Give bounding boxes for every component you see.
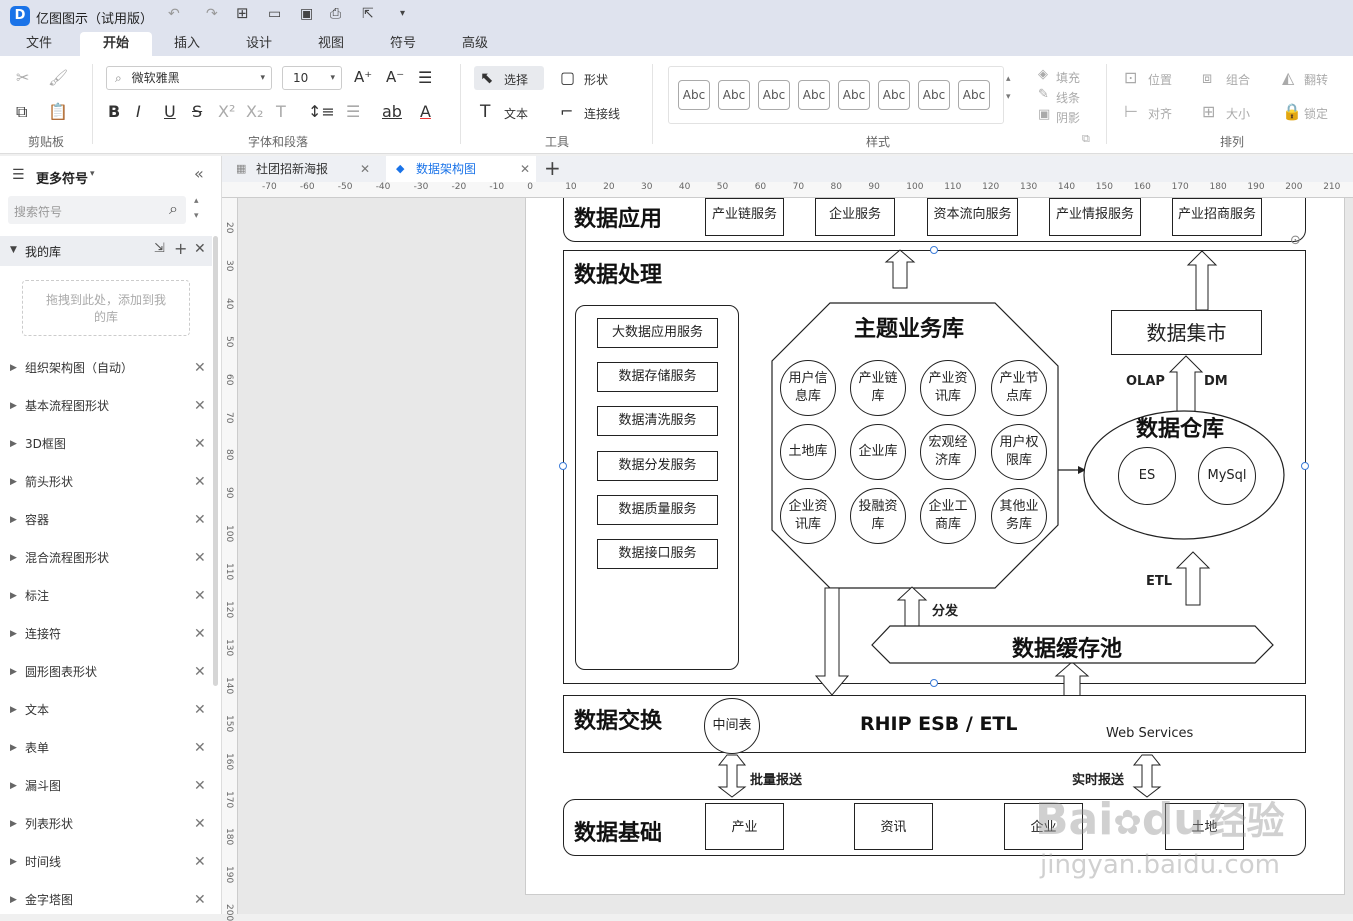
watermark-text: Bai: [1035, 794, 1114, 845]
theme-db-title: 主题业务库: [854, 317, 965, 342]
theme-db-item[interactable]: 用户信息库: [780, 360, 836, 416]
selection-handle[interactable]: [930, 679, 938, 687]
realtime-report-label: 实时报送: [1072, 773, 1125, 788]
foundation-title: 数据基础: [574, 821, 663, 846]
data-mart-box[interactable]: 数据集市: [1111, 310, 1262, 355]
watermark: Bai✿du 经验: [1035, 790, 1285, 845]
foundation-item-box[interactable]: 资讯: [854, 803, 933, 850]
theme-db-item-label: 企业资讯库: [788, 499, 828, 532]
theme-db-item[interactable]: 产业节点库: [991, 360, 1047, 416]
dm-label: DM: [1204, 374, 1228, 389]
paw-icon: ✿: [1113, 803, 1142, 843]
cache-pool-title: 数据缓存池: [1012, 637, 1123, 662]
up-arrow-icon: [1168, 355, 1204, 413]
theme-db-item-label: 企业工商库: [928, 499, 968, 532]
theme-db-item[interactable]: 产业资讯库: [920, 360, 976, 416]
es-label: ES: [1138, 468, 1156, 483]
esb-label: RHIP ESB / ETL: [860, 713, 1018, 735]
middle-table-node[interactable]: 中间表: [704, 698, 760, 754]
olap-label: OLAP: [1126, 374, 1165, 389]
web-services-label: Web Services: [1106, 726, 1194, 741]
mysql-label: MySql: [1207, 468, 1247, 483]
selection-handle[interactable]: [1301, 462, 1309, 470]
theme-db-item[interactable]: 产业链库: [850, 360, 906, 416]
selection-handle[interactable]: [559, 462, 567, 470]
distribute-label: 分发: [932, 604, 959, 619]
data-mart-label: 数据集市: [1146, 321, 1227, 345]
watermark-url: jingyan.baidu.com: [1040, 850, 1280, 880]
theme-db-item-label: 投融资库: [858, 499, 898, 532]
double-arrow-icon: [717, 754, 747, 798]
theme-db-item[interactable]: 投融资库: [850, 488, 906, 544]
theme-db-item[interactable]: 企业库: [850, 424, 906, 480]
theme-db-item-label: 宏观经济库: [928, 435, 968, 468]
foundation-item-box[interactable]: 产业: [705, 803, 784, 850]
theme-db-item-label: 产业节点库: [999, 371, 1039, 404]
theme-db-item-label: 用户权限库: [999, 435, 1039, 468]
down-arrow-icon: [814, 587, 850, 696]
es-node[interactable]: ES: [1118, 447, 1176, 505]
rotate-handle-icon[interactable]: ⊙: [1290, 233, 1301, 248]
theme-db-item[interactable]: 宏观经济库: [920, 424, 976, 480]
middle-table-label: 中间表: [712, 718, 752, 733]
theme-db-item-label: 产业资讯库: [928, 371, 968, 404]
up-arrow-icon: [896, 586, 928, 627]
theme-db-item-label: 其他业务库: [999, 499, 1039, 532]
theme-db-item-label: 土地库: [788, 444, 828, 459]
theme-db-item[interactable]: 土地库: [780, 424, 836, 480]
theme-db-item[interactable]: 企业资讯库: [780, 488, 836, 544]
selection-handle[interactable]: [930, 246, 938, 254]
theme-db-item-label: 用户信息库: [788, 371, 828, 404]
up-arrow-icon: [1186, 250, 1218, 311]
batch-report-label: 批量报送: [750, 773, 803, 788]
warehouse-title: 数据仓库: [1136, 417, 1225, 442]
exchange-title: 数据交换: [574, 709, 663, 734]
up-arrow-icon: [1054, 661, 1090, 697]
watermark-text: du: [1141, 794, 1205, 845]
theme-db-item[interactable]: 用户权限库: [991, 424, 1047, 480]
up-arrow-icon: [1175, 551, 1211, 606]
mysql-node[interactable]: MySql: [1198, 447, 1256, 505]
up-arrow-icon: [884, 249, 916, 289]
watermark-text: 经验: [1208, 799, 1285, 843]
etl-label: ETL: [1146, 574, 1173, 589]
theme-db-item-label: 企业库: [858, 444, 898, 459]
theme-db-item[interactable]: 企业工商库: [920, 488, 976, 544]
theme-db-item-label: 产业链库: [858, 371, 898, 404]
theme-db-item[interactable]: 其他业务库: [991, 488, 1047, 544]
